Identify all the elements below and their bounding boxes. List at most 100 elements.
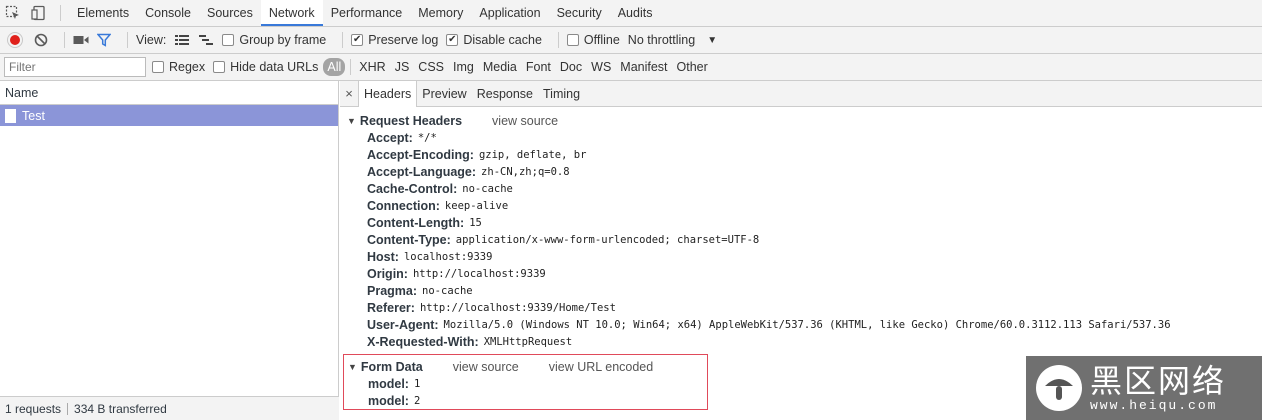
name-column-header[interactable]: Name xyxy=(0,81,338,105)
panel-tabs: Elements Console Sources Network Performance… xyxy=(69,0,660,26)
type-filter-img[interactable]: Img xyxy=(449,58,478,76)
header-row: Host: localhost:9339 xyxy=(347,248,1171,265)
header-value: 15 xyxy=(469,216,482,229)
type-filter-font[interactable]: Font xyxy=(522,58,555,76)
header-value: Mozilla/5.0 (Windows NT 10.0; Win64; x64… xyxy=(443,318,1171,331)
form-data-toggle[interactable]: ▼ Form Data view source view URL encoded xyxy=(348,358,707,375)
header-name: Content-Length: xyxy=(367,215,465,230)
record-icon xyxy=(8,33,22,47)
header-value: http://localhost:9339 xyxy=(412,267,546,280)
header-row: model: 2 xyxy=(348,392,707,409)
header-value: no-cache xyxy=(422,284,473,297)
header-value: */* xyxy=(417,131,437,144)
detail-tab-timing[interactable]: Timing xyxy=(538,81,585,106)
type-filter-js[interactable]: JS xyxy=(391,58,414,76)
type-filter-ws[interactable]: WS xyxy=(587,58,615,76)
type-filter-css[interactable]: CSS xyxy=(414,58,448,76)
view-source-link[interactable]: view source xyxy=(453,360,519,374)
header-name: Content-Type: xyxy=(367,232,451,247)
header-row: Accept-Language: zh-CN,zh;q=0.8 xyxy=(347,163,1171,180)
type-filter-other[interactable]: Other xyxy=(673,58,712,76)
header-name: Host: xyxy=(367,249,399,264)
tab-elements[interactable]: Elements xyxy=(69,0,137,26)
list-view-icon xyxy=(175,35,190,45)
header-row: model: 1 xyxy=(348,375,707,392)
large-rows-toggle[interactable] xyxy=(174,34,190,46)
checkbox-unchecked xyxy=(213,61,226,73)
header-row: User-Agent: Mozilla/5.0 (Windows NT 10.0;… xyxy=(347,316,1171,333)
clear-icon xyxy=(34,33,48,47)
type-filter-all[interactable]: All xyxy=(323,58,346,76)
form-data-list: model: 1 model: 2 xyxy=(348,375,707,409)
group-by-frame-label: Group by frame xyxy=(239,33,327,47)
watermark-text: 黑区网络 www.heiqu.com xyxy=(1090,364,1226,413)
detail-tab-headers[interactable]: Headers xyxy=(358,81,418,107)
header-row: X-Requested-With: XMLHttpRequest xyxy=(347,333,1171,350)
header-row: Content-Length: 15 xyxy=(347,214,1171,231)
detail-tab-response[interactable]: Response xyxy=(472,81,538,106)
filter-divider xyxy=(350,59,352,75)
tab-network[interactable]: Network xyxy=(260,0,323,26)
detail-tab-preview[interactable]: Preview xyxy=(417,81,471,106)
request-headers-toggle[interactable]: ▼ Request Headers view source xyxy=(347,112,1171,129)
header-name: User-Agent: xyxy=(367,317,439,332)
dropdown-arrow-icon: ▼ xyxy=(707,34,718,46)
throttling-select[interactable]: No throttling ▼ xyxy=(628,33,717,47)
header-row: Accept: */* xyxy=(347,129,1171,146)
tab-sources[interactable]: Sources xyxy=(199,0,261,26)
close-icon[interactable]: × xyxy=(340,81,358,106)
type-filter-media[interactable]: Media xyxy=(479,58,521,76)
view-source-link[interactable]: view source xyxy=(492,114,558,128)
device-toolbar-icon[interactable] xyxy=(26,0,52,26)
record-button[interactable] xyxy=(8,33,22,47)
disable-cache-checkbox[interactable]: ✔ Disable cache xyxy=(446,33,542,47)
screenshot-button[interactable] xyxy=(73,34,89,46)
form-data-section: ▼ Form Data view source view URL encoded… xyxy=(343,354,708,410)
tab-performance[interactable]: Performance xyxy=(323,0,411,26)
preserve-log-checkbox[interactable]: ✔ Preserve log xyxy=(351,33,438,47)
header-name: Pragma: xyxy=(367,283,418,298)
funnel-icon xyxy=(97,33,111,47)
header-row: Content-Type: application/x-www-form-urle… xyxy=(347,231,1171,248)
tab-audits[interactable]: Audits xyxy=(610,0,661,26)
header-value: no-cache xyxy=(462,182,513,195)
regex-label: Regex xyxy=(169,60,206,74)
filter-input[interactable] xyxy=(4,57,146,77)
type-filter-doc[interactable]: Doc xyxy=(556,58,586,76)
mushroom-logo-icon xyxy=(1036,365,1082,411)
overview-toggle[interactable] xyxy=(198,34,214,46)
inspect-element-icon[interactable] xyxy=(0,0,26,26)
header-name: Cache-Control: xyxy=(367,181,458,196)
header-value: 1 xyxy=(413,377,421,390)
throttling-value: No throttling xyxy=(627,33,696,47)
request-count: 1 requests xyxy=(5,401,62,416)
offline-checkbox[interactable]: Offline xyxy=(566,33,620,47)
site-watermark: 黑区网络 www.heiqu.com xyxy=(1026,356,1262,420)
toolbar-divider xyxy=(342,32,344,48)
clear-button[interactable] xyxy=(34,33,48,47)
header-row: Origin: http://localhost:9339 xyxy=(347,265,1171,282)
hide-data-urls-checkbox[interactable]: Hide data URLs xyxy=(213,60,318,74)
tab-memory[interactable]: Memory xyxy=(410,0,471,26)
video-camera-icon xyxy=(73,36,89,44)
header-name: model: xyxy=(368,393,409,408)
filter-toggle-button[interactable] xyxy=(97,33,111,47)
checkbox-unchecked xyxy=(222,34,235,46)
filter-bar: Regex Hide data URLs All XHRJSCSSImgMedia… xyxy=(0,54,1262,81)
triangle-down-icon: ▼ xyxy=(347,115,356,126)
group-by-frame-checkbox[interactable]: Group by frame xyxy=(222,33,326,47)
checkbox-unchecked xyxy=(152,61,164,73)
view-url-encoded-link[interactable]: view URL encoded xyxy=(549,360,653,374)
header-name: Origin: xyxy=(367,266,408,281)
type-filter-xhr[interactable]: XHR xyxy=(355,58,389,76)
network-toolbar: View: Group by frame ✔ Preserve log ✔ Di… xyxy=(0,27,1262,54)
type-filter-manifest[interactable]: Manifest xyxy=(616,58,671,76)
triangle-down-icon: ▼ xyxy=(348,361,357,372)
request-row[interactable]: Test xyxy=(0,105,338,126)
regex-checkbox[interactable]: Regex xyxy=(152,60,205,74)
tab-application[interactable]: Application xyxy=(471,0,548,26)
tab-console[interactable]: Console xyxy=(137,0,199,26)
tab-security[interactable]: Security xyxy=(549,0,610,26)
header-value: application/x-www-form-urlencoded; chars… xyxy=(455,233,760,246)
tab-bar-divider xyxy=(60,5,61,21)
